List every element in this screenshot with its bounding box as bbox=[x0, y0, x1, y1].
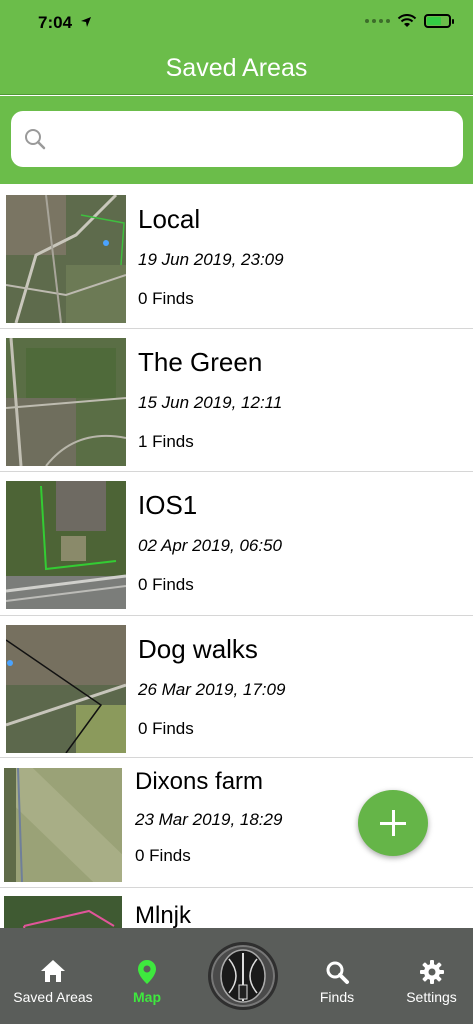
area-name: Mlnjk bbox=[135, 902, 192, 928]
search-box[interactable] bbox=[11, 111, 463, 167]
tab-map[interactable]: Map bbox=[106, 928, 188, 1024]
area-date: 15 Jun 2019, 12:11 bbox=[138, 393, 283, 412]
list-item[interactable]: Local 19 Jun 2019, 23:09 0 Finds bbox=[0, 186, 473, 329]
area-thumbnail bbox=[6, 625, 126, 753]
signal-icon bbox=[365, 19, 390, 23]
list-item[interactable]: Mlnjk bbox=[0, 888, 473, 928]
area-thumbnail bbox=[6, 195, 126, 323]
area-thumbnail bbox=[6, 338, 126, 466]
area-name: The Green bbox=[138, 347, 263, 377]
location-arrow-icon bbox=[81, 17, 91, 27]
tab-saved-areas[interactable]: Saved Areas bbox=[0, 928, 106, 1024]
area-date: 19 Jun 2019, 23:09 bbox=[138, 250, 284, 269]
list-item[interactable]: The Green 15 Jun 2019, 12:11 1 Finds bbox=[0, 329, 473, 472]
list-item[interactable]: IOS1 02 Apr 2019, 06:50 0 Finds bbox=[0, 472, 473, 616]
magnifier-icon bbox=[326, 961, 349, 984]
detector-button[interactable] bbox=[208, 942, 278, 1010]
battery-icon bbox=[424, 14, 454, 28]
list-item[interactable]: Dog walks 26 Mar 2019, 17:09 0 Finds bbox=[0, 616, 473, 758]
area-finds-count: 0 Finds bbox=[135, 846, 191, 865]
area-thumbnail bbox=[6, 481, 126, 609]
gear-icon bbox=[419, 960, 444, 984]
area-name: Dog walks bbox=[138, 634, 258, 664]
area-name: Dixons farm bbox=[135, 768, 264, 795]
area-date: 02 Apr 2019, 06:50 bbox=[138, 536, 282, 555]
area-finds-count: 1 Finds bbox=[138, 432, 194, 451]
area-thumbnail bbox=[4, 768, 122, 882]
status-bar: 7:04 bbox=[0, 0, 473, 44]
area-thumbnail bbox=[4, 896, 122, 928]
tab-label: Saved Areas bbox=[13, 989, 93, 1005]
search-input[interactable] bbox=[57, 111, 453, 167]
area-name: IOS1 bbox=[138, 490, 198, 520]
home-icon bbox=[41, 960, 65, 982]
tab-finds[interactable]: Finds bbox=[296, 928, 378, 1024]
tab-settings[interactable]: Settings bbox=[390, 928, 473, 1024]
status-icons bbox=[365, 14, 454, 28]
search-bar bbox=[0, 96, 473, 184]
tab-label: Map bbox=[133, 989, 161, 1005]
area-finds-count: 0 Finds bbox=[138, 289, 194, 308]
area-finds-count: 0 Finds bbox=[138, 575, 194, 594]
area-date: 23 Mar 2019, 18:29 bbox=[135, 810, 283, 829]
detector-icon bbox=[220, 949, 266, 1003]
tab-bar: Saved Areas Map Finds Settings bbox=[0, 928, 473, 1024]
navigation-bar: Saved Areas bbox=[0, 44, 473, 95]
search-icon bbox=[25, 129, 46, 150]
wifi-icon bbox=[397, 14, 417, 27]
status-time: 7:04 bbox=[38, 13, 73, 32]
area-date: 26 Mar 2019, 17:09 bbox=[138, 680, 286, 699]
tab-label: Finds bbox=[319, 989, 355, 1005]
area-finds-count: 0 Finds bbox=[138, 719, 194, 738]
map-pin-icon bbox=[138, 960, 156, 984]
page-title: Saved Areas bbox=[165, 54, 308, 82]
add-area-button[interactable] bbox=[358, 790, 428, 856]
area-name: Local bbox=[138, 204, 201, 234]
tab-label: Settings bbox=[406, 989, 457, 1005]
